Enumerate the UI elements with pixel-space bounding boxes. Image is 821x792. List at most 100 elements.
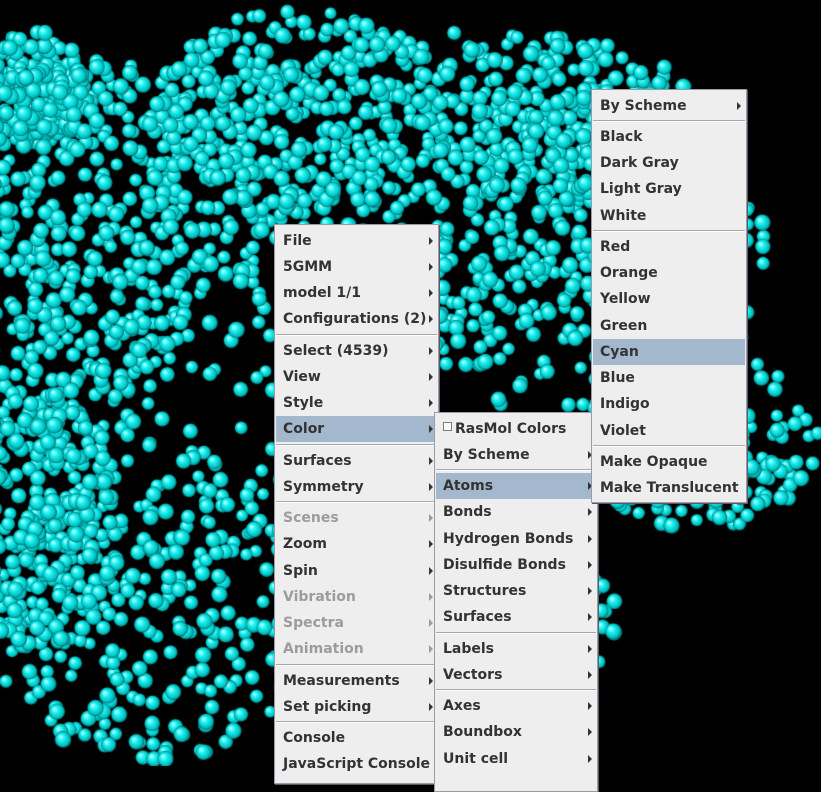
menu-item-surfaces[interactable]: Surfaces [276, 448, 437, 474]
menu-item-color-black[interactable]: Black [593, 124, 745, 150]
menu-item-by-scheme[interactable]: By Scheme [593, 93, 745, 119]
menu-item-symmetry[interactable]: Symmetry [276, 474, 437, 500]
menu-item-color[interactable]: Color [276, 416, 437, 442]
checkbox-icon[interactable] [443, 421, 452, 431]
menu-item-color-yellow[interactable]: Yellow [593, 286, 745, 312]
menu-item-view[interactable]: View [276, 364, 437, 390]
menu-item-model-index[interactable]: model 1/1 [276, 280, 437, 306]
menu-item-zoom[interactable]: Zoom [276, 531, 437, 557]
menu-item-animation: Animation [276, 636, 437, 662]
chevron-right-icon [588, 587, 592, 595]
menu-item-measurements[interactable]: Measurements [276, 668, 437, 694]
menu-item-label: JavaScript Console [283, 756, 431, 772]
menu-item-label: Surfaces [443, 609, 512, 625]
menu-item-label: Configurations (2) [283, 311, 427, 327]
menu-item-label: Violet [600, 423, 646, 439]
chevron-right-icon [588, 728, 592, 736]
menu-item-label: Black [600, 129, 643, 145]
menu-item-make-opaque[interactable]: Make Opaque [593, 449, 745, 475]
menu-item-color-blue[interactable]: Blue [593, 365, 745, 391]
menu-item-rasmol-colors[interactable]: RasMol Colors [436, 416, 596, 442]
menu-item-javascript-console[interactable]: JavaScript Console [276, 751, 437, 777]
chevron-right-icon [429, 514, 433, 522]
chevron-right-icon [429, 315, 433, 323]
menu-item-label: model 1/1 [283, 285, 361, 301]
menu-item-color-orange[interactable]: Orange [593, 260, 745, 286]
menu-item-label: Structures [443, 583, 527, 599]
menu-item-console[interactable]: Console [276, 725, 437, 751]
menu-item-atoms[interactable]: Atoms [436, 473, 596, 499]
menu-item-label: Color [283, 421, 325, 437]
chevron-right-icon [429, 703, 433, 711]
chevron-right-icon [429, 645, 433, 653]
menu-item-color-violet[interactable]: Violet [593, 418, 745, 444]
menu-separator [436, 689, 596, 691]
menu-item-label: Bonds [443, 504, 492, 520]
chevron-right-icon [588, 645, 592, 653]
menu-item-color-light-gray[interactable]: Light Gray [593, 176, 745, 202]
menu-item-label: RasMol Colors [455, 421, 567, 437]
menu-item-unit-cell[interactable]: Unit cell [436, 746, 596, 772]
menu-separator [276, 444, 437, 446]
menu-item-style[interactable]: Style [276, 390, 437, 416]
menu-item-spectra: Spectra [276, 610, 437, 636]
menu-item-label: Green [600, 318, 648, 334]
menu-item-structures[interactable]: Structures [436, 578, 596, 604]
menu-separator [276, 501, 437, 503]
menu-item-label: Dark Gray [600, 155, 679, 171]
menu-separator [593, 445, 745, 447]
menu-item-label: Spectra [283, 615, 344, 631]
chevron-right-icon [429, 619, 433, 627]
menu-item-color-red[interactable]: Red [593, 234, 745, 260]
chevron-right-icon [429, 399, 433, 407]
chevron-right-icon [429, 457, 433, 465]
menu-item-label: Unit cell [443, 751, 509, 767]
menu-item-label: Console [283, 730, 346, 746]
menu-item-bonds[interactable]: Bonds [436, 499, 596, 525]
menu-separator [276, 721, 437, 723]
chevron-right-icon [588, 613, 592, 621]
menu-item-hydrogen-bonds[interactable]: Hydrogen Bonds [436, 526, 596, 552]
menu-item-label: Atoms [443, 478, 494, 494]
menu-item-by-scheme[interactable]: By Scheme [436, 442, 596, 468]
chevron-right-icon [429, 593, 433, 601]
menu-item-scenes: Scenes [276, 505, 437, 531]
chevron-right-icon [429, 567, 433, 575]
chevron-right-icon [429, 677, 433, 685]
menu-item-set-picking[interactable]: Set picking [276, 694, 437, 720]
menu-item-label: Axes [443, 698, 481, 714]
menu-item-vectors[interactable]: Vectors [436, 662, 596, 688]
menu-item-color-cyan[interactable]: Cyan [593, 339, 745, 365]
menu-item-color-dark-gray[interactable]: Dark Gray [593, 150, 745, 176]
menu-item-configurations[interactable]: Configurations (2) [276, 306, 437, 332]
menu-separator [276, 664, 437, 666]
menu-item-select[interactable]: Select (4539) [276, 338, 437, 364]
chevron-right-icon [588, 561, 592, 569]
menu-item-disulfide-bonds[interactable]: Disulfide Bonds [436, 552, 596, 578]
chevron-right-icon [429, 373, 433, 381]
main-popup-menu: File 5GMM model 1/1 Configurations (2) S… [274, 224, 439, 784]
menu-item-label: Indigo [600, 396, 650, 412]
menu-item-color-white[interactable]: White [593, 203, 745, 229]
chevron-right-icon [429, 263, 433, 271]
menu-item-make-translucent[interactable]: Make Translucent [593, 475, 745, 501]
menu-item-label: By Scheme [600, 98, 687, 114]
menu-item-surfaces[interactable]: Surfaces [436, 604, 596, 630]
menu-item-color-indigo[interactable]: Indigo [593, 391, 745, 417]
menu-item-file[interactable]: File [276, 228, 437, 254]
menu-item-label: File [283, 233, 312, 249]
menu-separator [276, 334, 437, 336]
chevron-right-icon [429, 237, 433, 245]
menu-item-label: White [600, 208, 647, 224]
menu-item-color-green[interactable]: Green [593, 313, 745, 339]
menu-item-boundbox[interactable]: Boundbox [436, 719, 596, 745]
menu-item-label: Measurements [283, 673, 400, 689]
menu-item-axes[interactable]: Axes [436, 693, 596, 719]
menu-item-model-name[interactable]: 5GMM [276, 254, 437, 280]
menu-item-spin[interactable]: Spin [276, 558, 437, 584]
color-submenu: RasMol Colors By Scheme Atoms Bonds Hydr… [434, 412, 598, 792]
chevron-right-icon [429, 289, 433, 297]
menu-item-label: Select (4539) [283, 343, 389, 359]
menu-item-labels[interactable]: Labels [436, 636, 596, 662]
menu-item-label: Yellow [600, 291, 651, 307]
